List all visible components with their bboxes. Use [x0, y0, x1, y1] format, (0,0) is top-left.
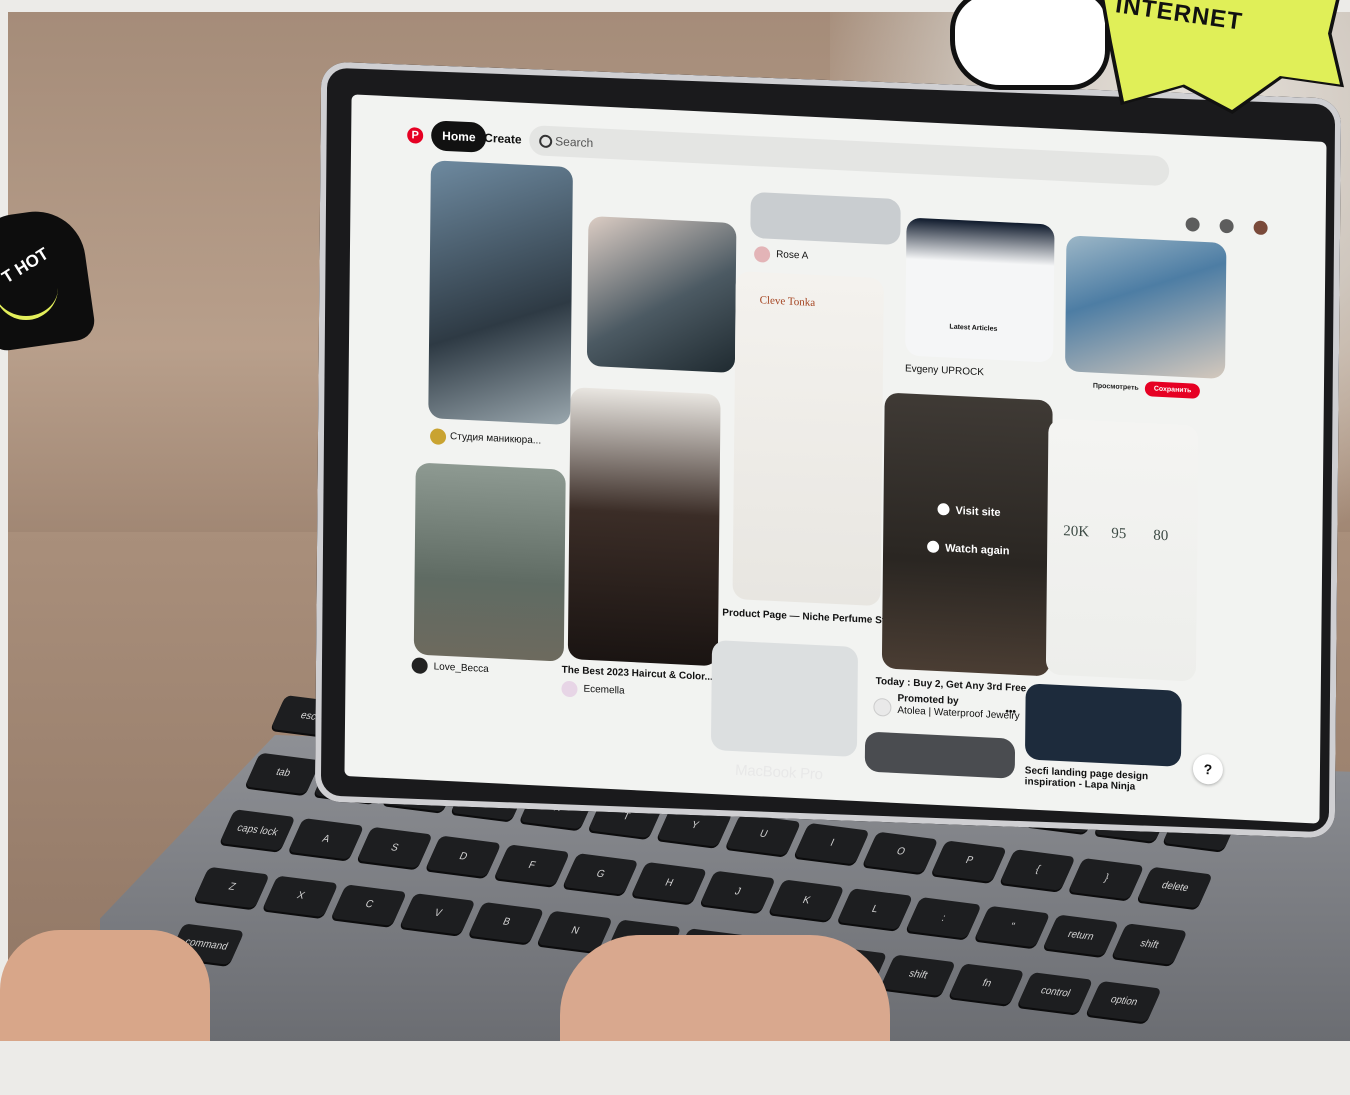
keyboard-key[interactable]: C: [331, 884, 408, 926]
pinterest-logo-icon[interactable]: P: [407, 127, 424, 144]
advertiser-name[interactable]: Atolea | Waterproof Jewelry: [897, 705, 1019, 722]
keyboard-key[interactable]: {: [999, 848, 1076, 891]
keyboard-key[interactable]: fn: [948, 963, 1025, 1005]
keyboard-key[interactable]: tab: [245, 752, 322, 794]
header-icons: [1185, 217, 1268, 236]
search-input[interactable]: Search: [529, 125, 1170, 187]
pin-nails[interactable]: [586, 215, 737, 374]
thumbs-up-icon: [950, 0, 1110, 90]
home-button[interactable]: Home: [431, 120, 487, 153]
pin-street-photo[interactable]: [413, 462, 566, 662]
pin-caption[interactable]: Rose A: [776, 249, 808, 262]
pin-caption[interactable]: Evgeny UPROCK: [905, 363, 984, 378]
pin-articles[interactable]: [905, 217, 1055, 363]
search-icon: [539, 134, 553, 149]
save-button[interactable]: Сохранить: [1144, 381, 1201, 399]
avatar: [754, 246, 771, 263]
help-button[interactable]: ?: [1192, 753, 1224, 785]
keyboard-key[interactable]: H: [631, 862, 708, 904]
keyboard-key[interactable]: F: [493, 844, 570, 887]
bell-icon[interactable]: [1185, 217, 1200, 232]
keyboard-key[interactable]: P: [931, 840, 1008, 882]
pin-caption[interactable]: The Best 2023 Haircut & Color...: [562, 665, 713, 683]
keyboard-key[interactable]: G: [562, 853, 639, 895]
view-button[interactable]: Просмотреть: [1093, 383, 1139, 392]
keyboard-key[interactable]: V: [399, 892, 476, 935]
pin-landing-page[interactable]: [1045, 418, 1199, 682]
keyboard-key[interactable]: J: [699, 870, 776, 913]
pin-room[interactable]: [710, 639, 859, 758]
left-hand: [0, 930, 210, 1041]
pin-dark-bottom[interactable]: [864, 731, 1016, 779]
right-hand: [560, 935, 890, 1041]
pin-top-image[interactable]: [750, 191, 901, 246]
keyboard-key[interactable]: X: [262, 875, 339, 917]
pin-caption[interactable]: Love_Becca: [434, 661, 489, 675]
keyboard-key[interactable]: caps lock: [219, 809, 296, 851]
keyboard-key[interactable]: ": [974, 905, 1051, 948]
keyboard-key[interactable]: I: [793, 822, 871, 865]
pin-manicure[interactable]: [428, 160, 573, 426]
keyboard-key[interactable]: O: [862, 831, 939, 873]
pin-caption[interactable]: Product Page — Niche Perfume Store: [722, 607, 900, 627]
stat-value: 95: [1111, 525, 1127, 543]
pin-dark-banner[interactable]: [1024, 683, 1182, 767]
pin-caption[interactable]: Today : Buy 2, Get Any 3rd Free: [876, 676, 1027, 694]
avatar: [411, 657, 428, 675]
create-button[interactable]: Create: [484, 123, 522, 155]
keyboard-key[interactable]: }: [1068, 857, 1145, 900]
stat-value: 20K: [1063, 523, 1090, 541]
keyboard-key[interactable]: :: [905, 897, 982, 939]
keyboard-key[interactable]: control: [1017, 971, 1094, 1014]
stat-value: 80: [1153, 527, 1169, 545]
avatar: [561, 680, 578, 698]
pin-haircut[interactable]: [567, 387, 721, 667]
pin-caption[interactable]: Студия маникюра...: [450, 431, 541, 446]
pin-video[interactable]: [881, 392, 1053, 677]
keyboard-key[interactable]: B: [468, 901, 545, 944]
keyboard-key[interactable]: shift: [879, 954, 957, 996]
avatar: [429, 428, 447, 445]
avatar[interactable]: [1253, 220, 1268, 236]
pin-perfume-page[interactable]: [732, 271, 884, 607]
messages-icon[interactable]: [1219, 218, 1234, 234]
keyboard-key[interactable]: U: [725, 813, 802, 856]
pin-author[interactable]: Ecemella: [583, 684, 624, 697]
keyboard-key[interactable]: Z: [193, 866, 270, 909]
avatar: [873, 697, 892, 717]
keyboard-key[interactable]: D: [425, 835, 502, 878]
laptop-screen: P Home Create Search Студия маникюра... …: [344, 94, 1327, 824]
keyboard-key[interactable]: return: [1042, 914, 1119, 957]
keyboard-key[interactable]: A: [288, 818, 365, 860]
pin-caption[interactable]: Secfi landing page design inspiration - …: [1025, 765, 1149, 793]
pin-fashion[interactable]: [1065, 235, 1227, 380]
keyboard-key[interactable]: L: [836, 888, 914, 930]
keyboard-key[interactable]: S: [356, 826, 433, 869]
keyboard-key[interactable]: K: [768, 879, 845, 922]
more-options-icon[interactable]: •••: [1005, 706, 1016, 718]
